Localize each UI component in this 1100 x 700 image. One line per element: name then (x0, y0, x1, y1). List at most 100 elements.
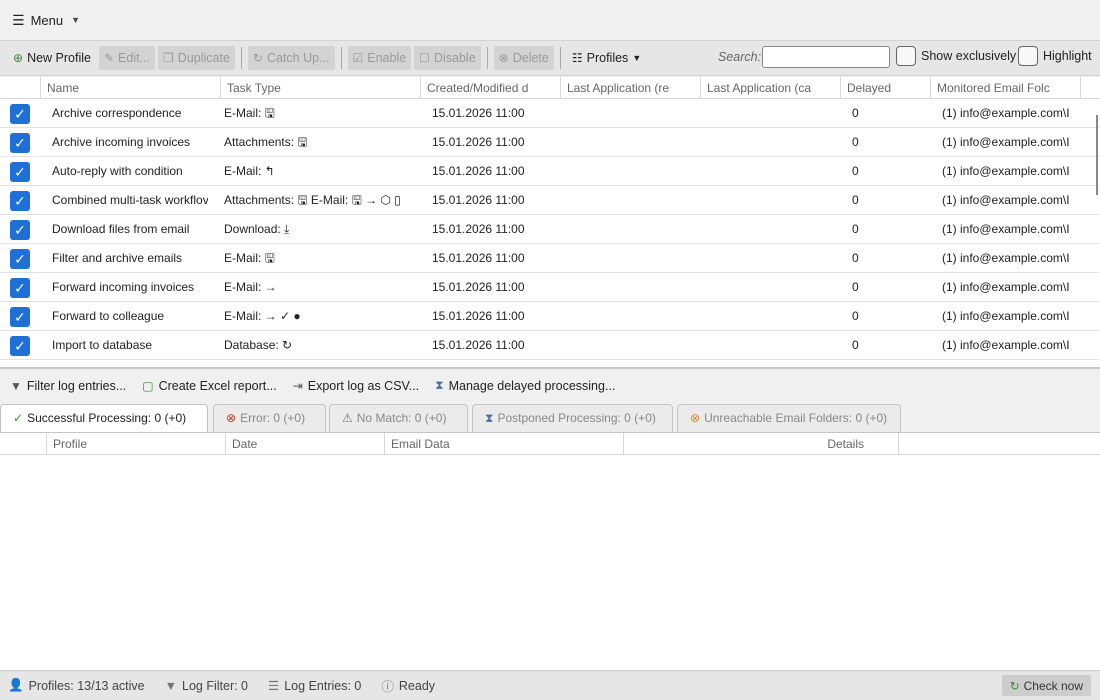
catch-up-label: Catch Up... (266, 51, 330, 65)
pencil-icon: ✎ (103, 51, 115, 65)
row-enabled-checkbox[interactable]: ✓ (10, 191, 30, 211)
enable-button[interactable]: ☑ Enable (347, 46, 412, 70)
cell-name: Archive incoming invoices (52, 135, 191, 149)
checkbox-box (896, 46, 916, 66)
cell-task-type: Attachments: 🖫 (224, 135, 308, 149)
log-filter-status: ▼ Log Filter: 0 (165, 679, 248, 693)
tab-label: Successful Processing: 0 (+0) (27, 411, 187, 425)
log-tabs: ✓ Successful Processing: 0 (+0) ⊗ Error: 0… (0, 404, 1100, 433)
table-row[interactable]: ✓ Download files from email Download: ⤓ 15.… (0, 215, 1100, 244)
cell-delayed: 0 (852, 193, 859, 207)
export-csv-button[interactable]: ⇥ Export log as CSV... (293, 379, 419, 393)
cell-monitored-folder: (1) info@example.com\I (942, 280, 1070, 294)
profiles-status-text: Profiles: 13/13 active (28, 678, 145, 693)
highlight-checkbox[interactable]: Highlight (1018, 46, 1092, 66)
show-exclusively-label: Show exclusively (921, 49, 1017, 63)
menu-button[interactable]: ☰ Menu ▼ (12, 12, 80, 29)
search-label: Search: (718, 50, 762, 64)
row-enabled-checkbox[interactable]: ✓ (10, 104, 30, 124)
edit-button[interactable]: ✎ Edit... (98, 46, 156, 70)
tab-unreachable-email-folders[interactable]: ⊗ Unreachable Email Folders: 0 (+0) (677, 404, 901, 432)
log-column-header-details[interactable]: Details (623, 433, 898, 455)
row-enabled-checkbox[interactable]: ✓ (10, 336, 30, 356)
cell-created: 15.01.2026 11:00 (432, 309, 525, 323)
column-header-monitored-folder[interactable]: Monitored Email Folc (930, 77, 1080, 99)
caret-down-icon: ▼ (71, 15, 81, 25)
ready-status-text: Ready (398, 678, 436, 693)
list-icon: ☷ (571, 51, 583, 65)
delete-label: Delete (512, 51, 549, 65)
log-grid: Profile Date Email Data Details (0, 432, 1100, 670)
column-header-name[interactable]: Name (40, 77, 220, 99)
tab-error[interactable]: ⊗ Error: 0 (+0) (213, 404, 326, 432)
column-header-last-application-ca[interactable]: Last Application (ca (700, 77, 840, 99)
column-header-last-application-re[interactable]: Last Application (re (560, 77, 700, 99)
delete-button[interactable]: ⊗ Delete (493, 46, 554, 70)
column-header-task-type[interactable]: Task Type (220, 77, 420, 99)
table-row[interactable]: ✓ Import to database Database: ↻ 15.01.2026… (0, 331, 1100, 360)
check-now-button[interactable]: ↻ Check now (1001, 675, 1091, 696)
table-row[interactable]: ✓ Combined multi-task workflov Attachments… (0, 186, 1100, 215)
filter-log-button[interactable]: ▼ Filter log entries... (10, 379, 126, 393)
ready-status: ⓘ Ready (381, 676, 435, 695)
cell-monitored-folder: (1) info@example.com\I (942, 164, 1070, 178)
cell-task-type: Download: ⤓ (224, 222, 290, 236)
table-row[interactable]: ✓ Archive incoming invoices Attachments: 🖫… (0, 128, 1100, 157)
new-profile-button[interactable]: ⊕ New Profile (8, 46, 96, 70)
log-column-header-email-data[interactable]: Email Data (384, 433, 623, 455)
cell-created: 15.01.2026 11:00 (432, 135, 525, 149)
row-enabled-checkbox[interactable]: ✓ (10, 133, 30, 153)
excel-icon: ▢ (142, 378, 154, 393)
column-header-delayed[interactable]: Delayed (840, 77, 930, 99)
row-enabled-checkbox[interactable]: ✓ (10, 162, 30, 182)
excel-report-button[interactable]: ▢ Create Excel report... (142, 379, 276, 393)
checkbox-checked-icon: ☑ (352, 51, 364, 65)
cell-name: Forward incoming invoices (52, 280, 195, 294)
cell-created: 15.01.2026 11:00 (432, 338, 525, 352)
cell-delayed: 0 (852, 309, 859, 323)
vertical-scrollbar[interactable] (1096, 115, 1098, 195)
log-column-header-date[interactable]: Date (225, 433, 384, 455)
tab-no-match[interactable]: ⚠ No Match: 0 (+0) (329, 404, 468, 432)
disable-button[interactable]: ☐ Disable (414, 46, 481, 70)
search-input[interactable] (762, 46, 890, 68)
tab-successful-processing[interactable]: ✓ Successful Processing: 0 (+0) (0, 404, 208, 433)
toolbar: ⊕ New Profile ✎ Edit... ❐ Duplicate ↻ Ca… (0, 40, 1100, 76)
cell-task-type: E-Mail: 🖫 (224, 251, 275, 265)
tab-postponed-processing[interactable]: ⧗ Postponed Processing: 0 (+0) (472, 404, 673, 432)
refresh-icon: ↻ (252, 51, 263, 65)
cell-created: 15.01.2026 11:00 (432, 280, 525, 294)
toolbar-separator (486, 47, 488, 69)
manage-delayed-button[interactable]: ⧗ Manage delayed processing... (435, 378, 615, 393)
export-icon: ⇥ (292, 378, 303, 393)
disable-label: Disable (433, 51, 476, 65)
cell-created: 15.01.2026 11:00 (432, 222, 525, 236)
column-header-created[interactable]: Created/Modified d (420, 77, 560, 99)
checkmark-icon: ✓ (13, 411, 24, 425)
show-exclusively-checkbox[interactable]: Show exclusively (896, 46, 1016, 66)
catch-up-button[interactable]: ↻ Catch Up... (247, 46, 335, 70)
table-row[interactable]: ✓ Filter and archive emails E-Mail: 🖫 15.01… (0, 244, 1100, 273)
row-enabled-checkbox[interactable]: ✓ (10, 278, 30, 298)
table-row[interactable]: ✓ Auto-reply with condition E-Mail: ↰ 15.01… (0, 157, 1100, 186)
log-toolbar: ▼ Filter log entries... ▢ Create Excel r… (0, 367, 1100, 402)
column-header-filler (1080, 77, 1100, 99)
row-enabled-checkbox[interactable]: ✓ (10, 307, 30, 327)
cell-name: Filter and archive emails (52, 251, 183, 265)
row-enabled-checkbox[interactable]: ✓ (10, 249, 30, 269)
log-grid-header: Profile Date Email Data Details (0, 433, 1100, 455)
table-row[interactable]: ✓ Archive correspondence E-Mail: 🖫 15.01.20… (0, 99, 1100, 128)
new-profile-label: New Profile (27, 51, 91, 65)
table-row[interactable]: ✓ Forward incoming invoices E-Mail: → 15.01… (0, 273, 1100, 302)
cell-monitored-folder: (1) info@example.com\I (942, 193, 1070, 207)
cell-monitored-folder: (1) info@example.com\I (942, 309, 1070, 323)
log-column-header-profile[interactable]: Profile (46, 433, 225, 455)
row-enabled-checkbox[interactable]: ✓ (10, 220, 30, 240)
table-row[interactable]: ✓ Forward to colleague E-Mail: → ✓ ● 15.01.… (0, 302, 1100, 331)
toolbar-separator (340, 47, 342, 69)
profiles-dropdown[interactable]: ☷ Profiles ▼ (567, 46, 646, 70)
duplicate-button[interactable]: ❐ Duplicate (158, 46, 235, 70)
cell-name: Forward to colleague (52, 309, 165, 323)
funnel-icon: ▼ (10, 378, 22, 393)
cell-delayed: 0 (852, 135, 859, 149)
